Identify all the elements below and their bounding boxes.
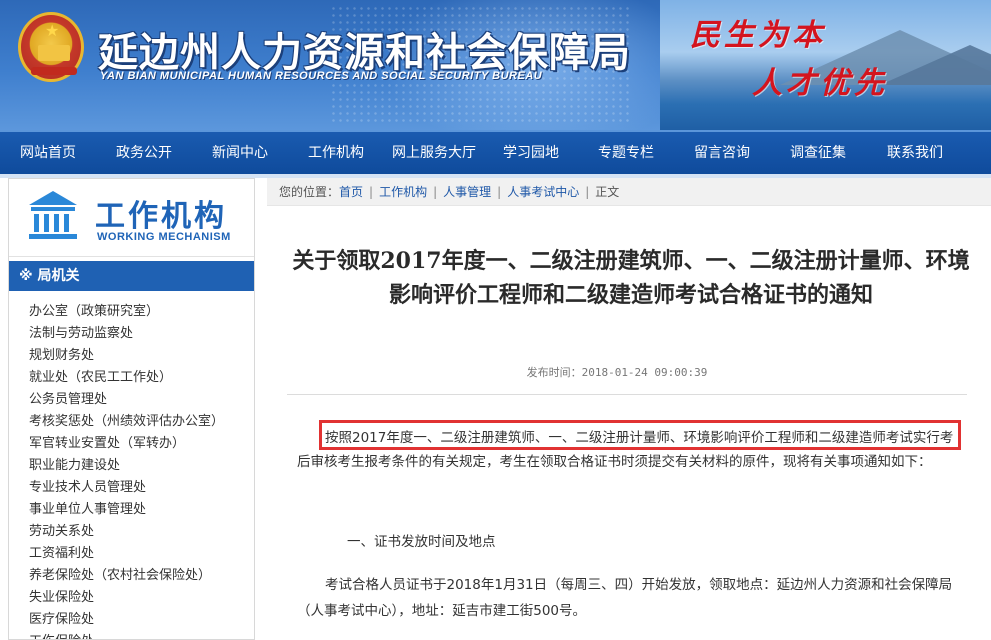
banner-mountain-2 (880, 45, 991, 85)
breadcrumb-separator: | (497, 185, 502, 199)
sidebar-item-military-transfer[interactable]: 军官转业安置处（军转办） (29, 433, 254, 455)
national-emblem-icon[interactable]: ★ (18, 12, 84, 82)
site-subtitle: YAN BIAN MUNICIPAL HUMAN RESOURCES AND S… (100, 70, 543, 82)
sidebar-item-unemployment[interactable]: 失业保险处 (29, 587, 254, 609)
nav-item-online-service[interactable]: 网上服务大厅 (384, 132, 484, 174)
paragraph-1-text: 按照2017年度一、二级注册建筑师、一、二级注册计量师、环境影响评价工程师和二级… (297, 426, 957, 474)
section-1-text: 考试合格人员证书于2018年1月31日（每周三、四）开始发放，领取地点：延边州人… (297, 577, 953, 619)
breadcrumb-exam-center[interactable]: 人事考试中心 (507, 185, 579, 199)
sidebar-item-office[interactable]: 办公室（政策研究室） (29, 301, 254, 323)
nav-item-gov-affairs[interactable]: 政务公开 (96, 132, 192, 174)
breadcrumb-separator: | (585, 185, 590, 199)
sidebar-item-vocational[interactable]: 职业能力建设处 (29, 455, 254, 477)
sidebar-item-finance[interactable]: 规划财务处 (29, 345, 254, 367)
main-nav: 网站首页 政务公开 新闻中心 工作机构 网上服务大厅 学习园地 专题专栏 留言咨… (0, 130, 991, 174)
sidebar-item-institution-hr[interactable]: 事业单位人事管理处 (29, 499, 254, 521)
article-title: 关于领取2017年度一、二级注册建筑师、一、二级注册计量师、环境影响评价工程师和… (292, 248, 970, 308)
nav-item-home[interactable]: 网站首页 (0, 132, 96, 174)
sidebar-item-employment[interactable]: 就业处（农民工工作处） (29, 367, 254, 389)
breadcrumb-separator: | (433, 185, 438, 199)
emblem-ribbon (31, 67, 77, 75)
slogan-line-2: 人才优先 (752, 66, 888, 101)
sidebar-item-medical[interactable]: 医疗保险处 (29, 609, 254, 631)
nav-item-topics[interactable]: 专题专栏 (578, 132, 674, 174)
nav-item-consult[interactable]: 留言咨询 (674, 132, 770, 174)
sidebar-item-labor-relations[interactable]: 劳动关系处 (29, 521, 254, 543)
emblem-gate (38, 45, 70, 61)
main-content: 您的位置：首页 | 工作机构 | 人事管理 | 人事考试中心 | 正文 关于领取2017年度一、… (267, 178, 991, 640)
sidebar-item-wages[interactable]: 工资福利处 (29, 543, 254, 565)
nav-item-survey[interactable]: 调查征集 (770, 132, 866, 174)
breadcrumb-current: 正文 (595, 185, 620, 199)
sidebar-list: 办公室（政策研究室） 法制与劳动监察处 规划财务处 就业处（农民工工作处） 公务… (9, 291, 254, 639)
breadcrumb-agencies[interactable]: 工作机构 (379, 185, 427, 199)
breadcrumb-hr-management[interactable]: 人事管理 (443, 185, 491, 199)
slogan-line-1: 民生为本 (690, 18, 826, 53)
breadcrumb-home[interactable]: 首页 (339, 185, 363, 199)
publish-time: 发布时间：2018-01-24 09:00:39 (267, 364, 967, 380)
sidebar-item-assessment[interactable]: 考核奖惩处（州绩效评估办公室） (29, 411, 254, 433)
section-1-heading: 一、证书发放时间及地点 (347, 534, 496, 550)
sidebar-item-civil-servant[interactable]: 公务员管理处 (29, 389, 254, 411)
sidebar-title-en: WORKING MECHANISM (97, 231, 231, 243)
publish-time-label: 发布时间： (526, 366, 582, 379)
sidebar-item-injury[interactable]: 工伤保险处 (29, 631, 254, 639)
sidebar-title: 工作机构 (95, 199, 227, 234)
emblem-star: ★ (45, 21, 60, 40)
nav-item-learning[interactable]: 学习园地 (484, 132, 578, 174)
article-paragraph-1: 按照2017年度一、二级注册建筑师、一、二级注册计量师、环境影响评价工程师和二级… (297, 426, 957, 474)
nav-item-news[interactable]: 新闻中心 (192, 132, 288, 174)
nav-item-contact[interactable]: 联系我们 (866, 132, 964, 174)
sidebar-item-legal[interactable]: 法制与劳动监察处 (29, 323, 254, 345)
sidebar-header: 工作机构 WORKING MECHANISM (9, 179, 254, 257)
breadcrumb-prefix: 您的位置： (279, 185, 340, 199)
sidebar-item-technical[interactable]: 专业技术人员管理处 (29, 477, 254, 499)
breadcrumb: 您的位置：首页 | 工作机构 | 人事管理 | 人事考试中心 | 正文 (267, 178, 991, 206)
sidebar-section-header[interactable]: ※ 局机关 (9, 261, 254, 291)
sidebar: 工作机构 WORKING MECHANISM ※ 局机关 办公室（政策研究室） … (8, 178, 255, 640)
breadcrumb-separator: | (369, 185, 374, 199)
government-building-icon (29, 191, 77, 239)
header-banner: ★ 延边州人力资源和社会保障局 YAN BIAN MUNICIPAL HUMAN… (0, 0, 991, 130)
paragraph-1-highlighted: 按照2017年度一、二级注册建筑师、一、二级注册计量师、环境影响评价工程师和二级… (325, 430, 940, 446)
sidebar-item-pension[interactable]: 养老保险处（农村社会保险处） (29, 565, 254, 587)
publish-time-value: 2018-01-24 09:00:39 (581, 366, 708, 379)
nav-item-agencies[interactable]: 工作机构 (288, 132, 384, 174)
title-divider (287, 394, 967, 395)
